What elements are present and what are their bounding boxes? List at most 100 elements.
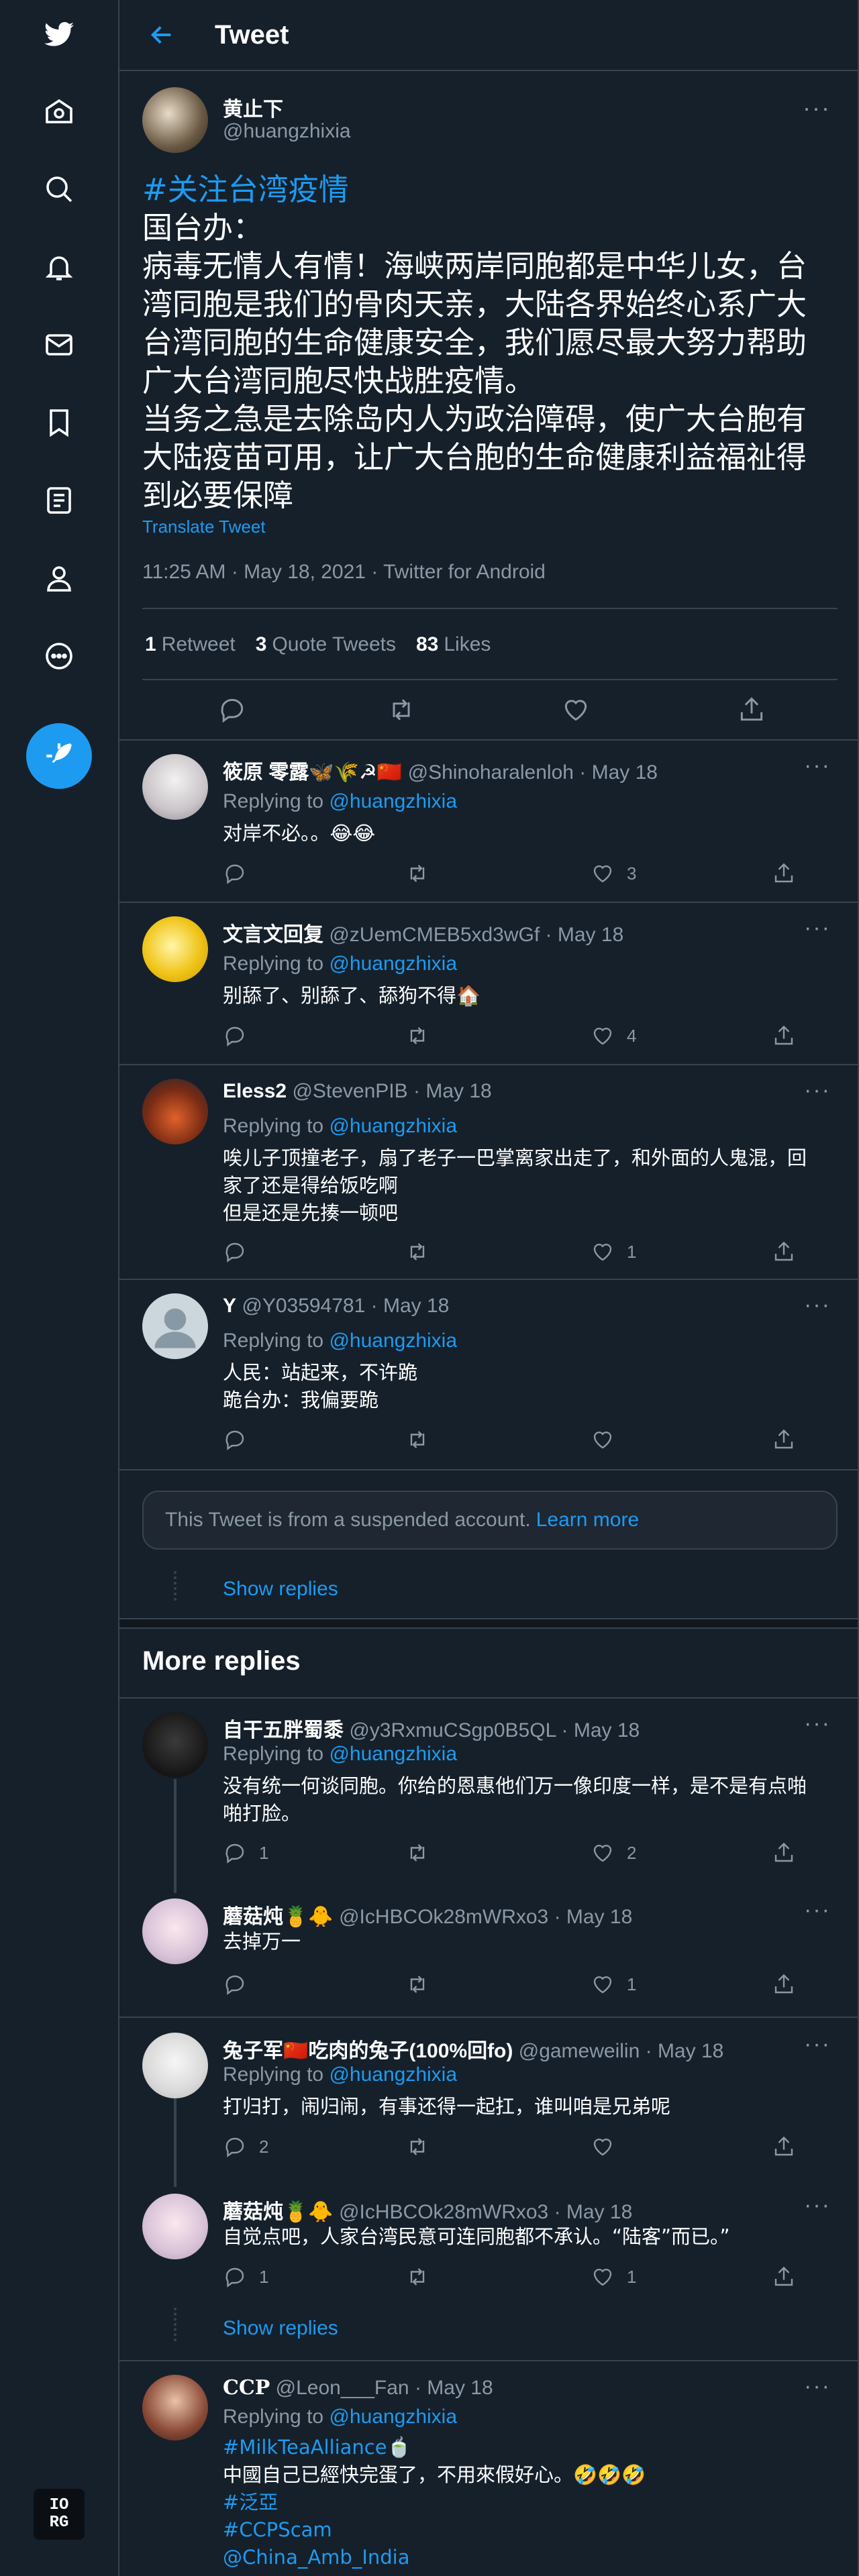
likes-stat[interactable]: 83 Likes xyxy=(416,633,491,656)
reply-author-name[interactable]: CCP xyxy=(223,2376,270,2400)
reply-share-button[interactable] xyxy=(772,861,796,885)
more-options-icon[interactable]: ··· xyxy=(804,1292,831,1318)
more-options-icon[interactable]: ··· xyxy=(803,94,831,122)
reply-tweet[interactable]: 筱原 零露🦋🌾☭🇨🇳 @Shinoharalenloh · May 18 ···… xyxy=(119,741,858,903)
more-options-icon[interactable]: ··· xyxy=(804,2373,831,2400)
author-name[interactable]: 黄止下 xyxy=(223,93,283,122)
reply-author-name[interactable]: Y xyxy=(223,1295,236,1317)
hashtag-link[interactable]: #泛亞 xyxy=(223,2489,827,2516)
reply-author-name[interactable]: 蘑菇炖🍍🐥 xyxy=(223,1906,334,1928)
reply-like-button[interactable]: 1 xyxy=(591,1240,636,1264)
reply-like-button[interactable]: 2 xyxy=(591,1841,636,1865)
reply-comment-button[interactable]: 2 xyxy=(223,2135,268,2159)
reply-tweet[interactable]: CCP @Leon___Fan · May 18 ··· Replying to… xyxy=(119,2361,858,2576)
mention-link[interactable]: @China_Amb_India xyxy=(223,2544,827,2571)
reply-tweet[interactable]: 兔子军🇨🇳吃肉的兔子(100%回fo) @gameweilin · May 18… xyxy=(119,2019,858,2180)
reply-retweet-button[interactable] xyxy=(405,1240,442,1264)
reply-button[interactable] xyxy=(213,691,251,729)
replying-to-link[interactable]: @huangzhixia xyxy=(329,790,457,812)
more-options-icon[interactable]: ··· xyxy=(804,915,831,941)
more-options-icon[interactable]: ··· xyxy=(804,2192,831,2218)
reply-author-handle[interactable]: @Shinoharalenloh xyxy=(408,761,574,784)
more-options-icon[interactable]: ··· xyxy=(804,1897,831,1923)
reply-avatar[interactable] xyxy=(142,2033,208,2098)
reply-tweet[interactable]: Y @Y03594781 · May 18 ··· Replying to @h… xyxy=(119,1280,858,1470)
reply-like-button[interactable] xyxy=(591,1428,627,1452)
reply-comment-button[interactable]: 1 xyxy=(223,1841,268,1865)
reply-avatar[interactable] xyxy=(142,2375,208,2440)
more-options-icon[interactable]: ··· xyxy=(804,1077,831,1104)
replying-to-link[interactable]: @huangzhixia xyxy=(329,1330,457,1352)
reply-author-handle[interactable]: @y3RxmuCSgp0B5QL xyxy=(349,1719,556,1741)
reply-share-button[interactable] xyxy=(772,1240,796,1264)
like-button[interactable] xyxy=(557,691,595,729)
learn-more-link[interactable]: Learn more xyxy=(536,1509,639,1532)
author-avatar[interactable] xyxy=(142,87,208,153)
author-handle[interactable]: @huangzhixia xyxy=(223,120,351,143)
reply-tweet[interactable]: 文言文回复 @zUemCMEB5xd3wGf · May 18 ··· Repl… xyxy=(119,903,858,1065)
reply-author-name[interactable]: 筱原 零露🦋🌾☭🇨🇳 xyxy=(223,761,402,784)
quotes-stat[interactable]: 3 Quote Tweets xyxy=(256,633,396,656)
profile-icon[interactable] xyxy=(39,558,79,598)
reply-retweet-button[interactable] xyxy=(405,1841,442,1865)
reply-like-button[interactable] xyxy=(591,2135,627,2159)
reply-retweet-button[interactable] xyxy=(405,861,442,885)
reply-tweet[interactable]: 自干五胖蜀黍 @y3RxmuCSgp0B5QL · May 18 ··· Rep… xyxy=(119,1699,858,1885)
replying-to-link[interactable]: @huangzhixia xyxy=(329,1743,457,1765)
reply-share-button[interactable] xyxy=(772,2265,796,2289)
reply-retweet-button[interactable] xyxy=(405,2265,442,2289)
reply-date[interactable]: May 18 xyxy=(658,2040,723,2062)
back-button[interactable] xyxy=(145,18,179,52)
show-replies-link[interactable]: Show replies xyxy=(223,2317,338,2340)
reply-comment-button[interactable] xyxy=(223,1240,259,1264)
reply-date[interactable]: May 18 xyxy=(574,1719,640,1741)
reply-retweet-button[interactable] xyxy=(405,1428,442,1452)
reply-comment-button[interactable] xyxy=(223,1972,259,1996)
translate-tweet-link[interactable]: Translate Tweet xyxy=(142,517,266,537)
reply-author-handle[interactable]: @gameweilin xyxy=(519,2040,640,2062)
show-replies-link[interactable]: Show replies xyxy=(223,1578,338,1601)
retweets-stat[interactable]: 1 Retweet xyxy=(145,633,236,656)
reply-author-handle[interactable]: @IcHBCOk28mWRxo3 xyxy=(339,2201,548,2223)
reply-author-handle[interactable]: @Leon___Fan xyxy=(276,2377,409,2399)
reply-comment-button[interactable]: 1 xyxy=(223,2265,268,2289)
reply-avatar[interactable] xyxy=(142,1293,208,1359)
reply-date[interactable]: May 18 xyxy=(566,2201,632,2223)
more-options-icon[interactable]: ··· xyxy=(804,2031,831,2057)
reply-tweet[interactable]: 蘑菇炖🍍🐥 @IcHBCOk28mWRxo3 · May 18 ··· 自觉点吧… xyxy=(119,2180,858,2314)
reply-author-handle[interactable]: @StevenPIB xyxy=(292,1080,407,1102)
reply-date[interactable]: May 18 xyxy=(427,2377,493,2399)
reply-author-handle[interactable]: @IcHBCOk28mWRxo3 xyxy=(339,1906,548,1928)
replying-to-link[interactable]: @huangzhixia xyxy=(329,953,457,975)
reply-tweet[interactable]: 蘑菇炖🍍🐥 @IcHBCOk28mWRxo3 · May 18 ··· 去掉万一… xyxy=(119,1885,858,2018)
reply-avatar[interactable] xyxy=(142,1712,208,1778)
reply-comment-button[interactable] xyxy=(223,1024,259,1048)
reply-avatar[interactable] xyxy=(142,2194,208,2259)
more-options-icon[interactable]: ··· xyxy=(804,753,831,779)
retweet-button[interactable] xyxy=(383,691,420,729)
reply-date[interactable]: May 18 xyxy=(592,761,658,784)
reply-like-button[interactable]: 4 xyxy=(591,1024,636,1048)
replying-to-link[interactable]: @huangzhixia xyxy=(329,2406,457,2428)
replying-to-link[interactable]: @huangzhixia xyxy=(329,1115,457,1137)
messages-icon[interactable] xyxy=(39,325,79,365)
reply-author-name[interactable]: 文言文回复 xyxy=(223,924,323,946)
reply-author-name[interactable]: Eless2 xyxy=(223,1080,287,1102)
tweet-hashtag[interactable]: #关注台湾疫情 xyxy=(142,170,840,209)
home-icon[interactable] xyxy=(39,91,79,131)
reply-share-button[interactable] xyxy=(772,1428,796,1452)
reply-author-name[interactable]: 蘑菇炖🍍🐥 xyxy=(223,2201,334,2223)
lists-icon[interactable] xyxy=(39,480,79,521)
reply-share-button[interactable] xyxy=(772,2135,796,2159)
explore-icon[interactable] xyxy=(39,169,79,209)
reply-share-button[interactable] xyxy=(772,1841,796,1865)
reply-avatar[interactable] xyxy=(142,1079,208,1144)
reply-author-handle[interactable]: @zUemCMEB5xd3wGf xyxy=(329,924,540,946)
account-avatar[interactable]: IO RG xyxy=(34,2489,85,2540)
more-options-icon[interactable]: ··· xyxy=(804,1711,831,1737)
reply-author-name[interactable]: 自干五胖蜀黍 xyxy=(223,1719,344,1741)
notifications-icon[interactable] xyxy=(39,247,79,287)
more-icon[interactable] xyxy=(39,636,79,676)
reply-avatar[interactable] xyxy=(142,754,208,820)
reply-tweet[interactable]: Eless2 @StevenPIB · May 18 ··· Replying … xyxy=(119,1065,858,1280)
